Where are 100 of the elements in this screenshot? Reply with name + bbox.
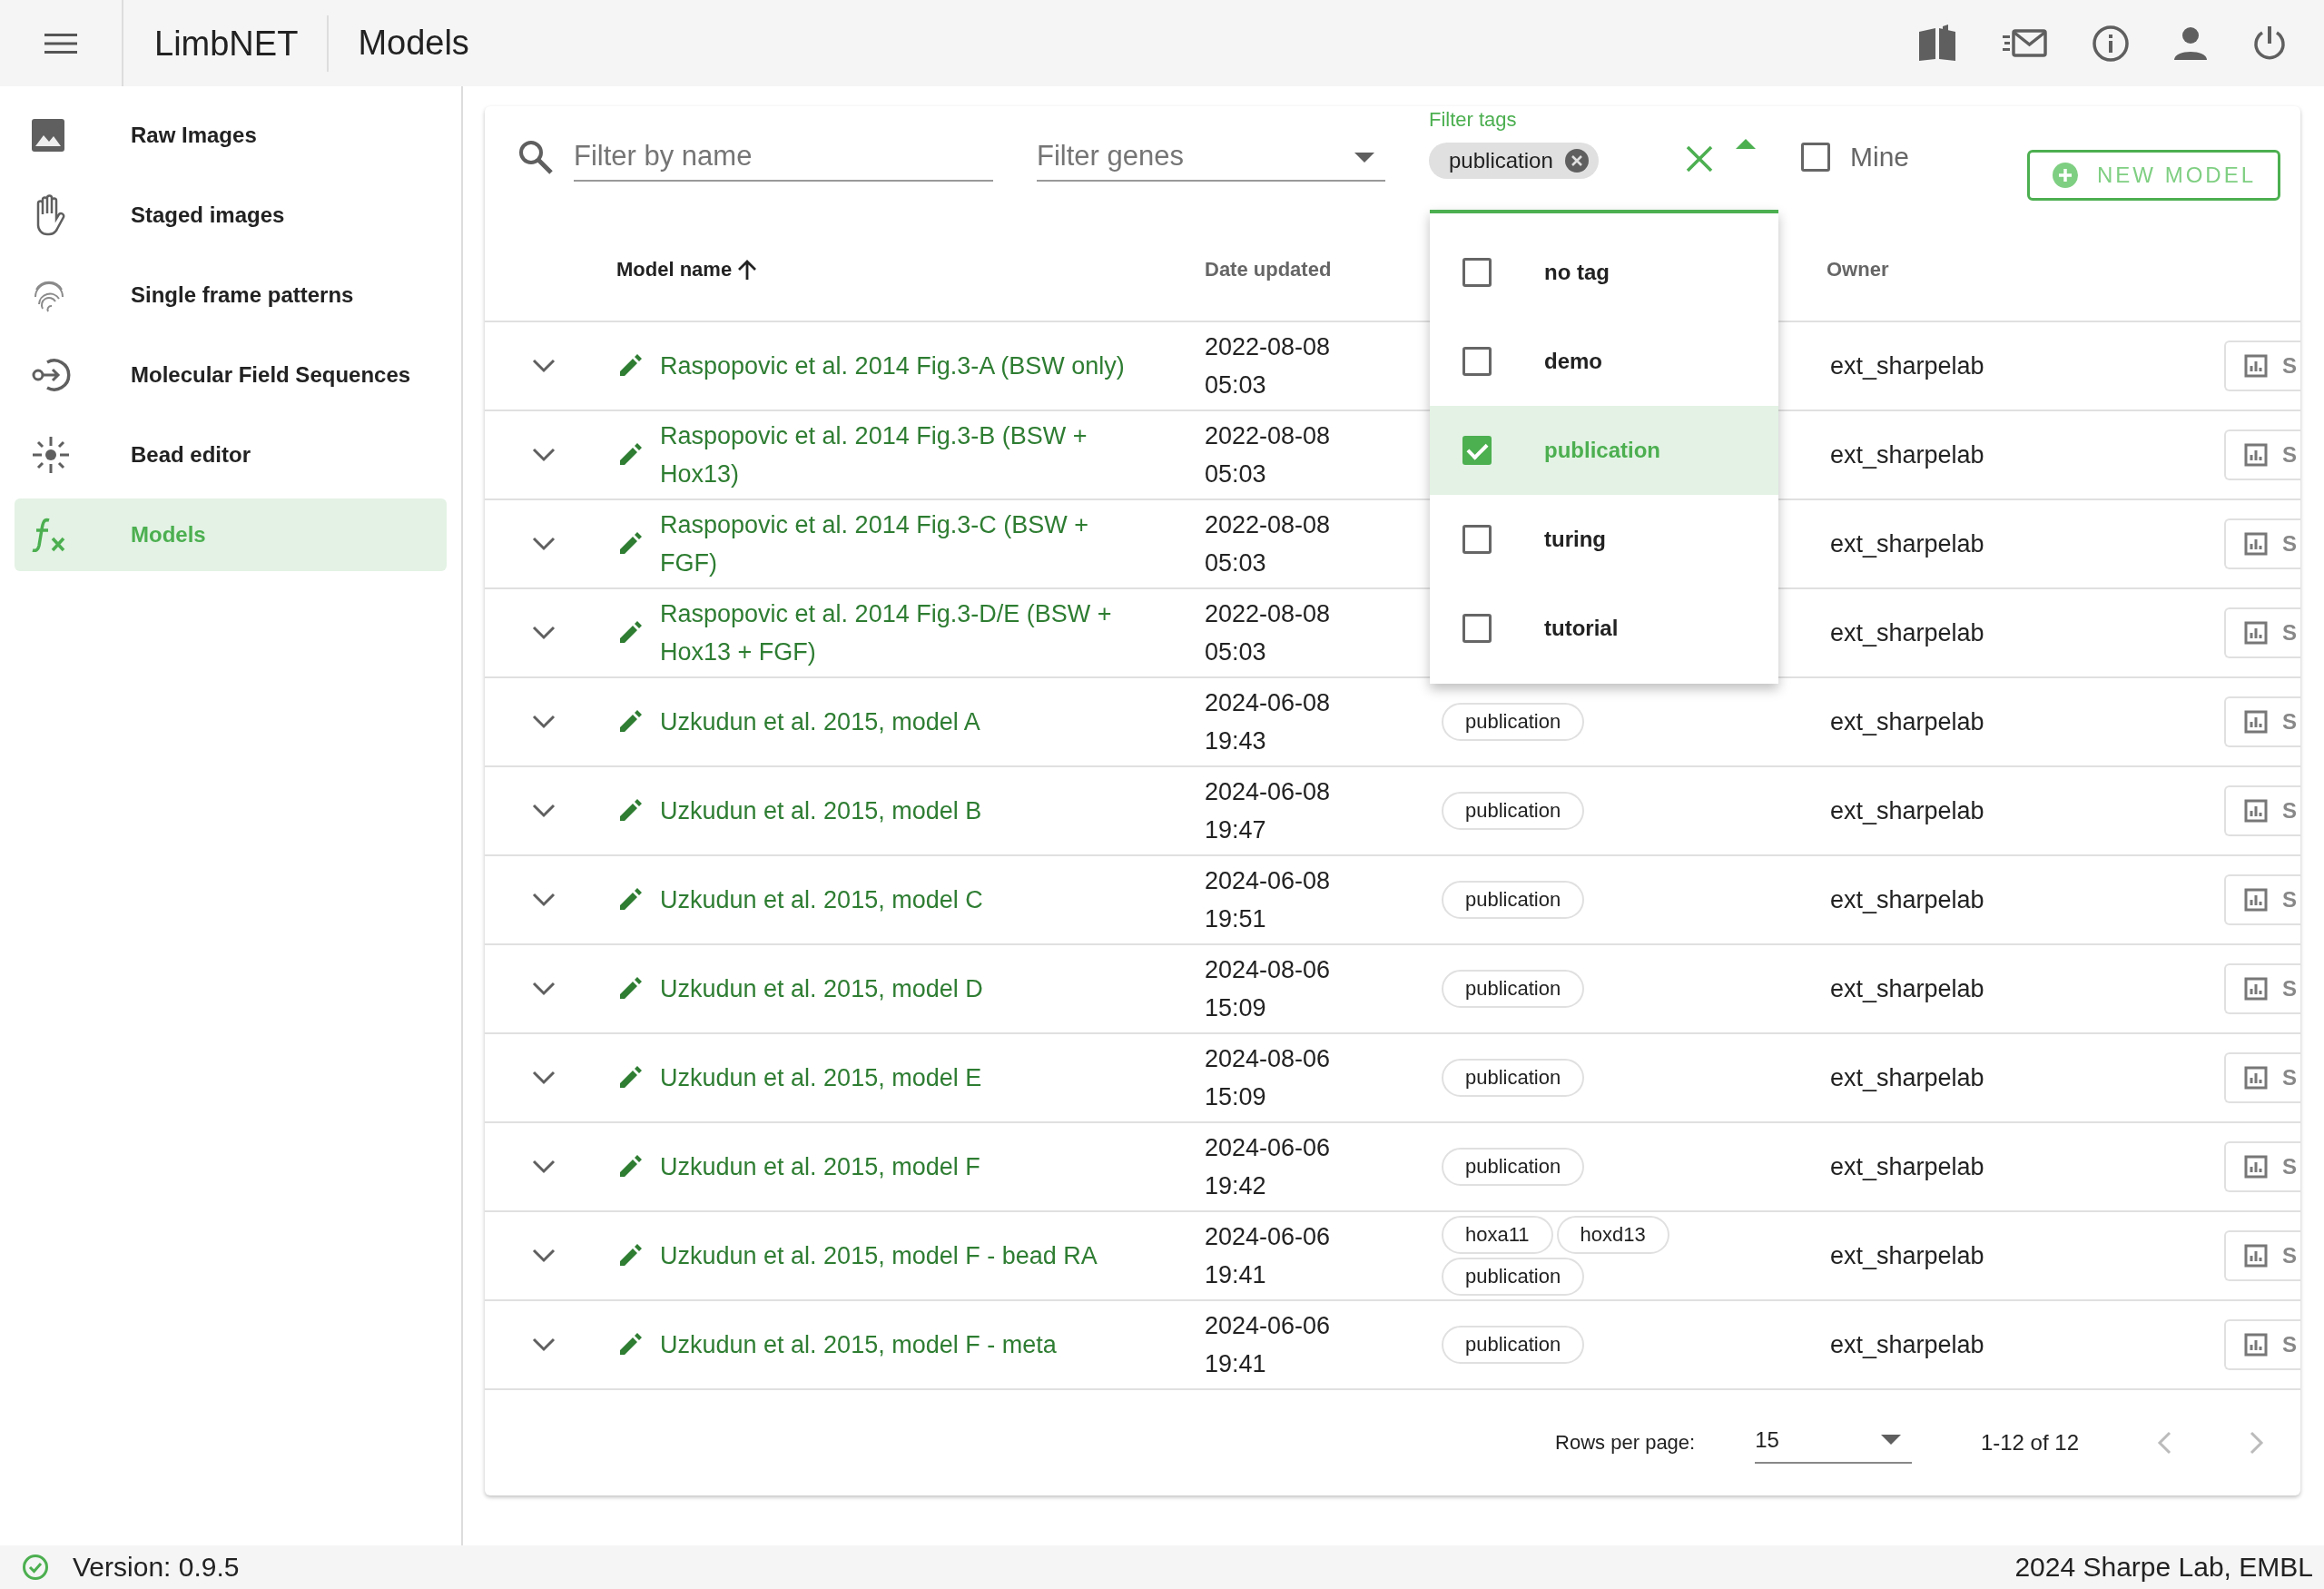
chevron-down-icon[interactable] [531, 804, 556, 818]
pencil-icon[interactable] [618, 799, 642, 823]
info-icon[interactable] [2092, 24, 2130, 63]
tag-option[interactable]: turing [1430, 495, 1778, 584]
tag-chip: publication [1442, 1326, 1585, 1364]
chart-button[interactable]: S [2224, 1052, 2300, 1103]
name-filter-field[interactable]: Filter by name [574, 133, 993, 182]
pencil-icon[interactable] [618, 621, 642, 645]
chart-button[interactable]: S [2224, 696, 2300, 747]
chart-button[interactable]: S [2224, 429, 2300, 480]
date-cell-text: 2024-06-06 19:42 [1205, 1133, 1332, 1201]
clear-icon[interactable] [1686, 145, 1713, 173]
pencil-icon[interactable] [618, 354, 642, 378]
model-name-link[interactable]: Uzkudun et al. 2015, model B [660, 792, 982, 830]
tag-option[interactable]: no tag [1430, 228, 1778, 317]
date-cell-text: 2024-06-08 19:43 [1205, 688, 1332, 756]
chevron-down-icon[interactable] [531, 893, 556, 907]
tag-checkbox[interactable] [1462, 525, 1492, 554]
chevron-down-icon[interactable] [531, 626, 556, 640]
model-name-link[interactable]: Uzkudun et al. 2015, model A [660, 703, 980, 741]
page-range: 1-12 of 12 [1980, 1430, 2079, 1456]
pencil-icon[interactable] [618, 710, 642, 734]
tag-chip: hoxa11 [1442, 1216, 1553, 1254]
tag-checkbox[interactable] [1462, 436, 1492, 465]
model-name-link[interactable]: Uzkudun et al. 2015, model E [660, 1059, 982, 1097]
model-name-link[interactable]: Uzkudun et al. 2015, model F - meta [660, 1326, 1057, 1364]
tag-option[interactable]: demo [1430, 317, 1778, 406]
chevron-down-icon[interactable] [531, 1160, 556, 1174]
owner-cell: ext_sharpelab [1830, 529, 1984, 558]
sidebar-item[interactable]: Staged images [15, 179, 447, 252]
mine-label: Mine [1850, 142, 1910, 173]
model-name-link[interactable]: Raspopovic et al. 2014 Fig.3-D/E (BSW + Hox13 + FGF) [660, 595, 1132, 671]
chevron-down-icon[interactable] [531, 537, 556, 551]
pencil-icon[interactable] [618, 1155, 642, 1179]
date-cell-text: 2022-08-08 05:03 [1205, 599, 1332, 667]
sequence-icon [31, 357, 73, 393]
column-header[interactable]: Date updated [1205, 258, 1332, 281]
genes-filter-field[interactable]: Filter genes [1037, 133, 1385, 182]
tag-checkbox[interactable] [1462, 347, 1492, 376]
arrow-up-icon[interactable] [737, 259, 758, 281]
pencil-icon[interactable] [618, 1333, 642, 1357]
tag-checkbox[interactable] [1462, 258, 1492, 287]
mail-icon[interactable] [2003, 27, 2048, 59]
sun-icon [31, 435, 71, 475]
chart-button[interactable]: S [2224, 1230, 2300, 1281]
model-name-link[interactable]: Raspopovic et al. 2014 Fig.3-B (BSW + Hox13) [660, 417, 1132, 493]
pencil-icon[interactable] [618, 532, 642, 556]
chart-button[interactable]: S [2224, 963, 2300, 1014]
tag-chip: publication [1442, 1059, 1585, 1097]
sidebar-item[interactable]: Raw Images [15, 99, 447, 172]
sidebar-item[interactable]: Bead editor [15, 419, 447, 491]
tag-option-label: no tag [1544, 260, 1610, 285]
remove-icon[interactable] [1563, 148, 1590, 173]
chevron-down-icon[interactable] [531, 982, 556, 996]
model-name-link[interactable]: Uzkudun et al. 2015, model C [660, 881, 983, 919]
bar-chart-icon [2244, 710, 2268, 734]
sidebar-item[interactable]: Molecular Field Sequences [15, 339, 447, 411]
chart-button[interactable]: S [2224, 340, 2300, 391]
chevron-down-icon[interactable] [531, 1071, 556, 1085]
chevron-down-icon[interactable] [531, 448, 556, 462]
model-name-link[interactable]: Uzkudun et al. 2015, model D [660, 970, 983, 1008]
pencil-icon[interactable] [618, 443, 642, 467]
pencil-icon[interactable] [618, 977, 642, 1001]
chart-button[interactable]: S [2224, 1141, 2300, 1192]
rows-per-page-select[interactable]: 15 [1755, 1422, 1912, 1464]
chart-button[interactable]: S [2224, 1319, 2300, 1370]
sidebar-item[interactable]: Single frame patterns [15, 259, 447, 331]
model-name-link[interactable]: Raspopovic et al. 2014 Fig.3-A (BSW only) [660, 347, 1125, 385]
pencil-icon[interactable] [618, 1066, 642, 1090]
bar-chart-icon [2244, 888, 2268, 912]
chart-button[interactable]: S [2224, 607, 2300, 658]
model-name-link[interactable]: Uzkudun et al. 2015, model F [660, 1148, 980, 1186]
column-header[interactable]: Owner [1827, 258, 1889, 281]
user-icon[interactable] [2173, 25, 2208, 61]
model-name-link[interactable]: Raspopovic et al. 2014 Fig.3-C (BSW + FGF) [660, 506, 1132, 582]
model-name-link[interactable]: Uzkudun et al. 2015, model F - bead RA [660, 1237, 1098, 1275]
column-header[interactable]: Model name [616, 258, 733, 281]
chart-button[interactable]: S [2224, 874, 2300, 925]
pencil-icon[interactable] [618, 1244, 642, 1268]
tag-option[interactable]: tutorial [1430, 584, 1778, 673]
chevron-down-icon[interactable] [531, 715, 556, 729]
power-icon[interactable] [2251, 25, 2288, 62]
caret-down-icon[interactable] [1354, 153, 1374, 163]
bar-chart-icon [2244, 977, 2268, 1001]
tag-chip[interactable]: publication [1429, 143, 1599, 179]
chevron-down-icon[interactable] [531, 1248, 556, 1263]
tag-checkbox[interactable] [1462, 614, 1492, 643]
date-cell-text: 2024-08-06 15:09 [1205, 955, 1332, 1023]
chart-button[interactable]: S [2224, 518, 2300, 569]
mine-checkbox[interactable] [1801, 143, 1830, 172]
chevron-down-icon[interactable] [531, 1337, 556, 1352]
version-text: Version: 0.9.5 [73, 1552, 240, 1583]
tag-chip: publication [1442, 970, 1585, 1008]
pencil-icon[interactable] [618, 888, 642, 912]
bar-chart-icon [2244, 1155, 2268, 1179]
rows-per-page-label: Rows per page: [1555, 1431, 1696, 1455]
bar-chart-icon [2244, 799, 2268, 823]
chart-button[interactable]: S [2224, 785, 2300, 836]
chevron-down-icon[interactable] [531, 359, 556, 373]
caret-up-icon[interactable] [1736, 139, 1756, 150]
